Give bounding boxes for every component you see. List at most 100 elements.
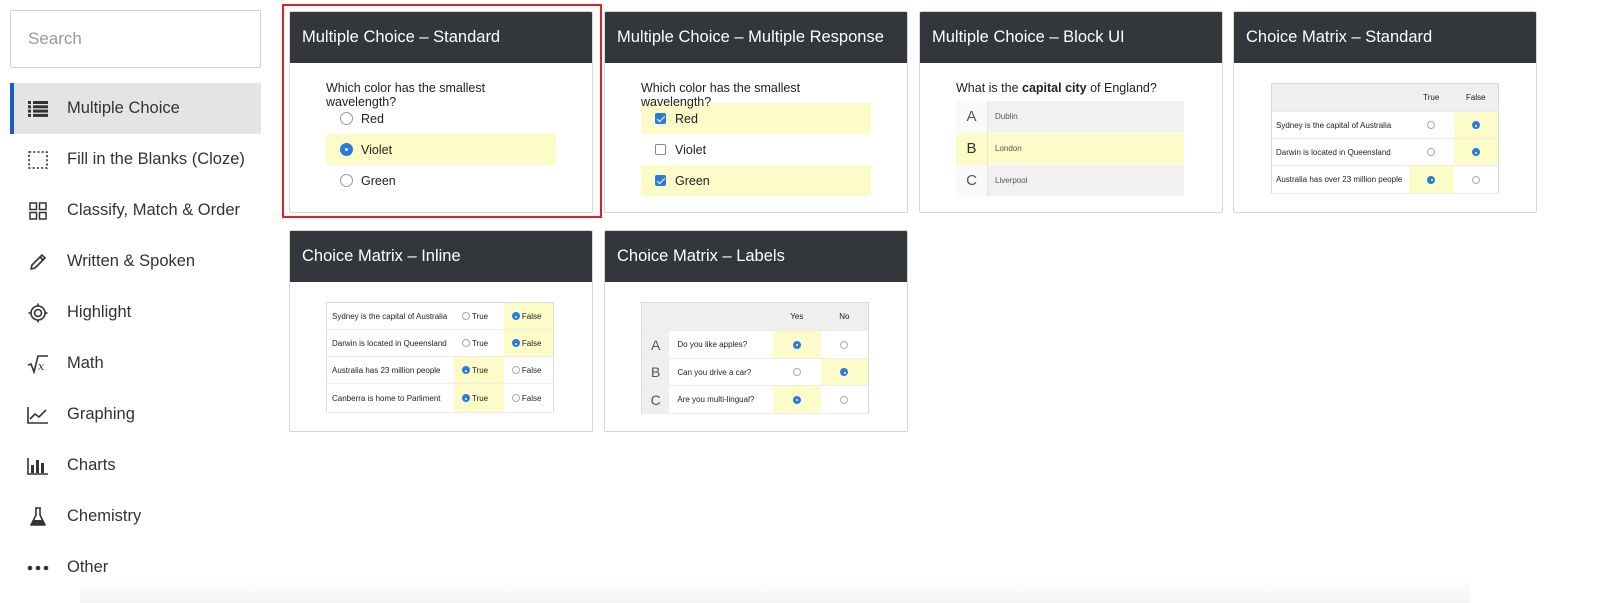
sidebar-item-charts[interactable]: Charts: [10, 440, 261, 491]
option-label: Green: [361, 173, 396, 188]
card-title: Choice Matrix – Inline: [290, 231, 592, 282]
option-label: False: [521, 338, 542, 348]
radio-icon: [340, 112, 353, 125]
card-mc-standard[interactable]: Multiple Choice – Standard Which color h…: [289, 11, 593, 213]
matrix-cell-selected: True: [453, 356, 504, 384]
radio-selected-icon: [792, 340, 801, 349]
row-label: Australia has over 23 million people: [1271, 165, 1409, 194]
sidebar-item-written-spoken[interactable]: Written & Spoken: [10, 236, 261, 287]
sidebar-item-fill-in-the-blanks[interactable]: Fill in the Blanks (Cloze): [10, 134, 261, 185]
option-letter: A: [956, 100, 988, 133]
column-header: Yes: [772, 302, 821, 331]
matrix-cell-selected: False: [503, 302, 554, 330]
option-label: Dublin: [995, 112, 1018, 121]
option-label: Green: [675, 173, 710, 188]
row-letter: C: [641, 385, 670, 414]
radio-icon: [1427, 121, 1436, 130]
pencil-icon: [25, 251, 51, 273]
sidebar-item-label: Highlight: [67, 303, 132, 321]
option-label: True: [471, 365, 489, 375]
row-label: Darwin is located in Queensland: [1271, 138, 1409, 166]
sidebar-item-label: Math: [67, 354, 104, 372]
svg-text:x: x: [38, 360, 45, 373]
radio-icon: [461, 312, 470, 321]
card-title: Multiple Choice – Standard: [290, 12, 592, 63]
matrix-corner: [641, 302, 670, 331]
option-row-selected: Green: [641, 165, 871, 196]
radio-selected-icon: [511, 339, 520, 348]
radio-icon: [792, 368, 801, 377]
mc-preview: Which color has the smallest wavelength?…: [641, 81, 871, 196]
option-row-selected: Violet: [326, 134, 556, 165]
block-preview: What is the capital city of England? A Du…: [956, 81, 1184, 197]
row-label: Are you multi-lingual?: [669, 385, 773, 414]
option-label: True: [471, 311, 489, 321]
card-choice-matrix-labels[interactable]: Choice Matrix – Labels Yes No A Do you l…: [604, 230, 908, 432]
row-label: Sydney is the capital of Australia: [1271, 111, 1409, 139]
sidebar-item-graphing[interactable]: Graphing: [10, 389, 261, 440]
radio-icon: [340, 174, 353, 187]
question-text: Which color has the smallest wavelength?: [326, 81, 486, 109]
matrix-cell: [820, 330, 869, 359]
matrix-cell: [1408, 111, 1454, 139]
card-choice-matrix-standard[interactable]: Choice Matrix – Standard True False Sydn…: [1233, 11, 1537, 213]
list-icon: [25, 98, 51, 120]
radio-icon: [1471, 175, 1480, 184]
card-mc-multiple-response[interactable]: Multiple Choice – Multiple Response Whic…: [604, 11, 908, 213]
option-label: Red: [361, 111, 384, 126]
option-row: Green: [326, 165, 556, 196]
matrix-table: Yes No A Do you like apples? B Can you d…: [641, 302, 869, 414]
sidebar-nav: Multiple Choice Fill in the Blanks (Cloz…: [10, 83, 261, 593]
matrix-cell: [1408, 138, 1454, 166]
option-label: Violet: [675, 142, 707, 157]
radio-icon: [1427, 148, 1436, 157]
sidebar-item-label: Multiple Choice: [67, 99, 180, 117]
radio-selected-icon: [1471, 148, 1480, 157]
radio-selected-icon: [340, 143, 353, 156]
sidebar-item-math[interactable]: x Math: [10, 338, 261, 389]
sidebar: Multiple Choice Fill in the Blanks (Cloz…: [10, 10, 261, 593]
more-dots-icon: [25, 557, 51, 579]
row-label: Australia has 23 million people: [326, 356, 454, 384]
row-letter: A: [641, 330, 670, 359]
option-label: False: [521, 393, 542, 403]
sidebar-item-multiple-choice[interactable]: Multiple Choice: [10, 83, 261, 134]
search-input[interactable]: [10, 10, 261, 68]
card-title: Choice Matrix – Labels: [605, 231, 907, 282]
sidebar-item-chemistry[interactable]: Chemistry: [10, 491, 261, 542]
question-bold: capital city: [1022, 81, 1087, 95]
matrix-cell: [820, 385, 869, 414]
sidebar-item-label: Written & Spoken: [67, 252, 196, 270]
sidebar-item-label: Classify, Match & Order: [67, 201, 240, 219]
flask-icon: [25, 506, 51, 528]
target-icon: [25, 302, 51, 324]
option-label: True: [471, 393, 489, 403]
option-label: False: [521, 311, 542, 321]
matrix-table: True False Sydney is the capital of Aust…: [1271, 83, 1499, 194]
block-option: A Dublin: [956, 100, 1184, 133]
option-label: Red: [675, 111, 698, 126]
row-label: Do you like apples?: [669, 330, 773, 359]
sidebar-item-classify-match-order[interactable]: Classify, Match & Order: [10, 185, 261, 236]
card-title: Multiple Choice – Block UI: [920, 12, 1222, 63]
matrix-cell-selected: [1408, 165, 1454, 194]
mc-preview: Which color has the smallest wavelength?…: [326, 81, 556, 196]
question-text: Which color has the smallest wavelength?: [641, 81, 801, 109]
radio-selected-icon: [461, 366, 470, 375]
matrix-cell: True: [453, 302, 504, 330]
dashed-box-icon: [25, 149, 51, 171]
option-row: Violet: [641, 134, 871, 165]
radio-selected-icon: [1427, 175, 1436, 184]
matrix-corner: [1271, 83, 1409, 112]
question-part: of England?: [1086, 81, 1157, 95]
matrix-table: Sydney is the capital of Australia True …: [326, 302, 554, 413]
row-label: Darwin is located in Queensland: [326, 329, 454, 357]
card-mc-block-ui[interactable]: Multiple Choice – Block UI What is the c…: [919, 11, 1223, 213]
radio-selected-icon: [1471, 121, 1480, 130]
sidebar-item-highlight[interactable]: Highlight: [10, 287, 261, 338]
radio-icon: [511, 394, 520, 403]
card-choice-matrix-inline[interactable]: Choice Matrix – Inline Sydney is the cap…: [289, 230, 593, 432]
matrix-cell-selected: [1453, 138, 1499, 166]
matrix-cell: False: [503, 356, 554, 384]
radio-icon: [840, 340, 849, 349]
